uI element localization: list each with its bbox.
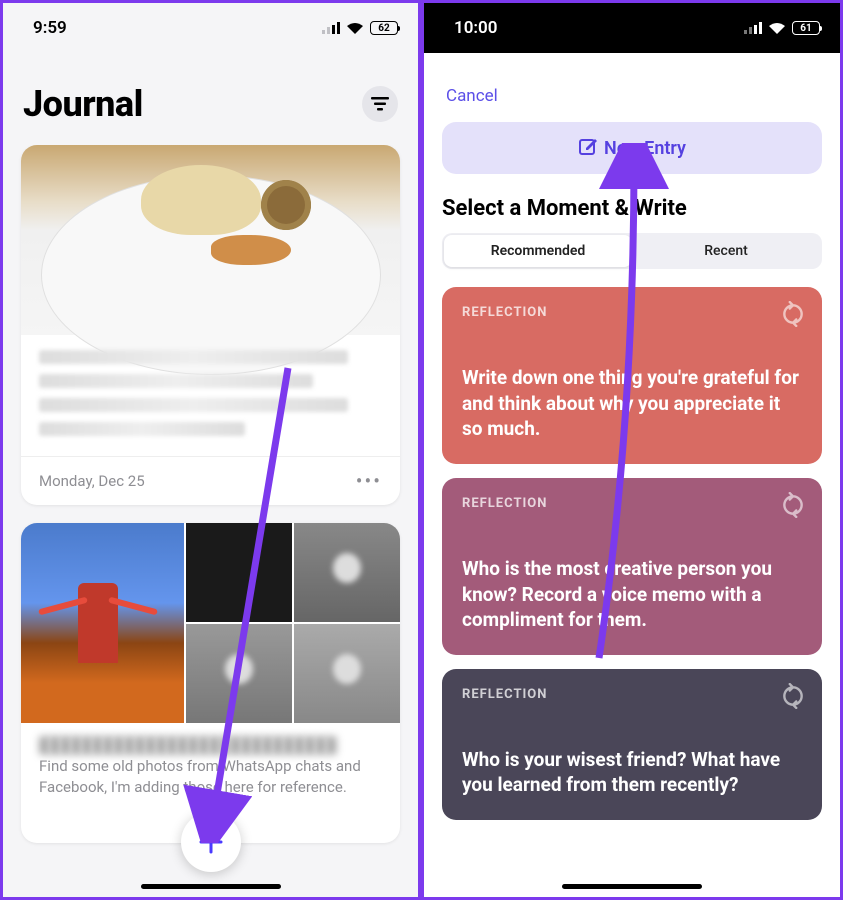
reflection-text: Who is your wisest friend? What have you… (462, 747, 802, 798)
page-title: Journal (23, 83, 143, 125)
reflection-tag: REFLECTION (462, 496, 802, 511)
cancel-button[interactable]: Cancel (424, 86, 840, 114)
journal-suggestion-card[interactable]: ████████████████████████████ Find some o… (21, 523, 400, 843)
add-entry-button[interactable] (181, 812, 241, 872)
status-icons: 62 (322, 21, 398, 35)
modal-sheet: Cancel New Entry Select a Moment & Write… (424, 68, 840, 897)
entry-footer: Monday, Dec 25 ••• (21, 456, 400, 505)
wifi-icon (346, 22, 364, 34)
battery-icon: 61 (792, 21, 820, 35)
journal-feed[interactable]: Monday, Dec 25 ••• █████████████████████… (3, 145, 418, 897)
tab-recommended[interactable]: Recommended (444, 235, 632, 267)
select-moment-title: Select a Moment & Write (424, 196, 840, 233)
status-bar: 10:00 61 (424, 3, 840, 53)
entry-photo (21, 145, 400, 335)
new-entry-button[interactable]: New Entry (442, 122, 822, 174)
tab-recent[interactable]: Recent (632, 235, 820, 267)
home-indicator[interactable] (562, 884, 702, 889)
status-time: 9:59 (33, 18, 67, 38)
plus-icon (198, 829, 224, 855)
wifi-icon (768, 22, 786, 34)
reflection-text: Who is the most creative person you know… (462, 556, 802, 633)
journal-entry-card[interactable]: Monday, Dec 25 ••• (21, 145, 400, 505)
reflection-card[interactable]: REFLECTION Write down one thing you're g… (442, 287, 822, 464)
entry-date: Monday, Dec 25 (39, 472, 145, 490)
reflection-tag: REFLECTION (462, 305, 802, 320)
segment-control: Recommended Recent (442, 233, 822, 269)
filter-button[interactable] (362, 86, 398, 122)
reflection-tag: REFLECTION (462, 687, 802, 702)
new-entry-label: New Entry (604, 138, 686, 159)
entry-text-redacted (21, 335, 400, 456)
reflection-text: Write down one thing you're grateful for… (462, 365, 802, 442)
home-indicator[interactable] (141, 884, 281, 889)
status-icons: 61 (744, 21, 820, 35)
reflection-card[interactable]: REFLECTION Who is the most creative pers… (442, 478, 822, 655)
journal-header: Journal (3, 53, 418, 145)
reflection-list[interactable]: REFLECTION Write down one thing you're g… (424, 287, 840, 897)
signal-icon (744, 22, 762, 34)
battery-icon: 62 (370, 21, 398, 35)
filter-icon (371, 97, 389, 111)
new-entry-modal-screen: 10:00 61 Cancel New Entry Select a Momen… (421, 0, 843, 900)
status-bar: 9:59 62 (3, 3, 418, 53)
compose-icon (578, 138, 598, 158)
reflection-card[interactable]: REFLECTION Who is your wisest friend? Wh… (442, 669, 822, 820)
journal-main-screen: 9:59 62 Journal Monday, Dec 25 ••• (0, 0, 421, 900)
signal-icon (322, 22, 340, 34)
status-time: 10:00 (454, 18, 497, 38)
more-icon[interactable]: ••• (356, 469, 382, 493)
photo-grid (21, 523, 400, 723)
